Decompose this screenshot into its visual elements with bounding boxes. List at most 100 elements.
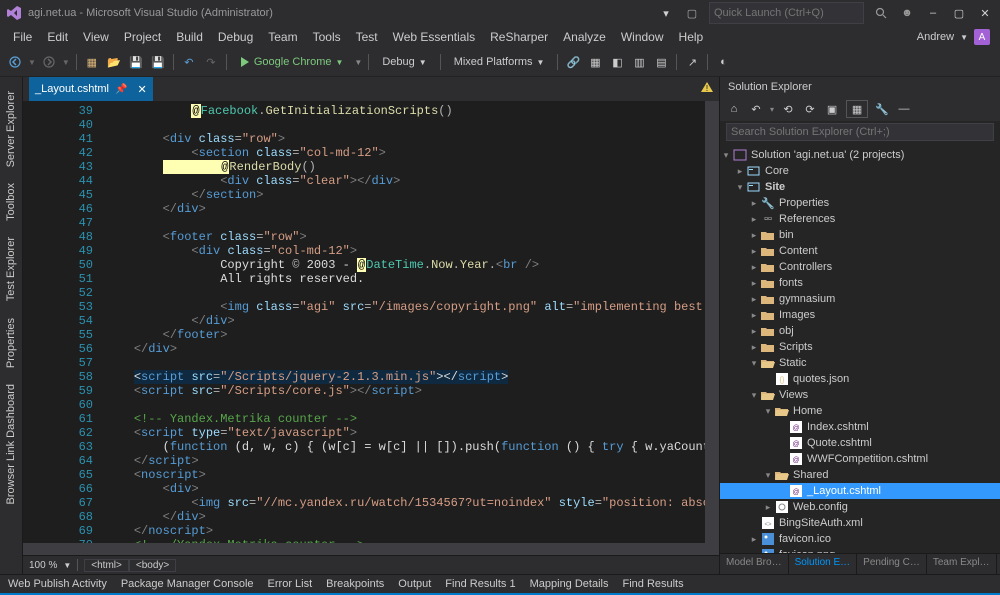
- tree-item[interactable]: ▸gymnasium: [720, 291, 1000, 307]
- panel-tab-breakpoints[interactable]: Breakpoints: [326, 578, 384, 590]
- tree-item[interactable]: ▸▫▫References: [720, 211, 1000, 227]
- tree-item[interactable]: ▾Shared: [720, 467, 1000, 483]
- menu-web-essentials[interactable]: Web Essentials: [386, 28, 482, 46]
- user-name[interactable]: Andrew: [917, 31, 954, 43]
- minimize-icon[interactable]: –: [926, 6, 940, 20]
- tree-item[interactable]: ▸bin: [720, 227, 1000, 243]
- search-icon[interactable]: [874, 6, 888, 20]
- menu-window[interactable]: Window: [614, 28, 671, 46]
- solex-tab[interactable]: Pending C…: [857, 554, 927, 574]
- maximize-icon[interactable]: ▢: [952, 6, 966, 20]
- tree-item[interactable]: ▸Controllers: [720, 259, 1000, 275]
- file-tab[interactable]: _Layout.cshtml 📌 ✕: [29, 77, 153, 101]
- toolbar-icon-6[interactable]: ◐: [714, 53, 732, 71]
- start-debug-button[interactable]: Google Chrome▼: [233, 53, 351, 71]
- refresh-icon[interactable]: ⟳: [802, 101, 818, 117]
- undo-icon[interactable]: ↶: [180, 53, 198, 71]
- tree-item[interactable]: ▸Images: [720, 307, 1000, 323]
- menu-resharper[interactable]: ReSharper: [483, 28, 555, 46]
- tree-item[interactable]: ▸obj: [720, 323, 1000, 339]
- platform-dropdown[interactable]: Mixed Platforms▼: [447, 53, 552, 71]
- horizontal-scrollbar[interactable]: [23, 543, 719, 555]
- close-window-icon[interactable]: ✕: [978, 6, 992, 20]
- panel-tab-mapping-details[interactable]: Mapping Details: [530, 578, 609, 590]
- tree-item[interactable]: ▸Scripts: [720, 339, 1000, 355]
- back-history-icon[interactable]: ↶: [748, 101, 764, 117]
- new-project-icon[interactable]: ▦: [83, 53, 101, 71]
- properties-icon[interactable]: 🔧: [874, 101, 890, 117]
- panel-tab-find-results-1[interactable]: Find Results 1: [445, 578, 515, 590]
- tree-item[interactable]: ▸Content: [720, 243, 1000, 259]
- close-tab-icon[interactable]: ✕: [137, 83, 146, 96]
- menu-tools[interactable]: Tools: [306, 28, 348, 46]
- redo-icon[interactable]: ↷: [202, 53, 220, 71]
- config-dropdown[interactable]: Debug▼: [375, 53, 433, 71]
- notification-icon[interactable]: ▾: [659, 6, 673, 20]
- show-all-icon[interactable]: ▦: [846, 100, 868, 118]
- tree-item[interactable]: @Index.cshtml: [720, 419, 1000, 435]
- quick-launch-input[interactable]: [709, 2, 864, 24]
- tree-item[interactable]: ▾Views: [720, 387, 1000, 403]
- breadcrumb-item[interactable]: <html>: [84, 559, 129, 572]
- menu-debug[interactable]: Debug: [211, 28, 260, 46]
- nav-forward-icon[interactable]: [40, 53, 58, 71]
- tree-item[interactable]: ▸fonts: [720, 275, 1000, 291]
- panel-tab-error-list[interactable]: Error List: [268, 578, 313, 590]
- zoom-level[interactable]: 100 %: [29, 560, 57, 571]
- side-tab-server-explorer[interactable]: Server Explorer: [3, 83, 19, 175]
- tree-item[interactable]: ▸favicon.ico: [720, 531, 1000, 547]
- menu-build[interactable]: Build: [169, 28, 210, 46]
- tree-item[interactable]: {}quotes.json: [720, 371, 1000, 387]
- tree-item[interactable]: ▾Site: [720, 179, 1000, 195]
- toolbar-icon-3[interactable]: ▥: [630, 53, 648, 71]
- preview-icon[interactable]: —: [896, 101, 912, 117]
- restore-layout-icon[interactable]: ▢: [685, 6, 699, 20]
- menu-team[interactable]: Team: [261, 28, 304, 46]
- menu-project[interactable]: Project: [117, 28, 168, 46]
- menu-view[interactable]: View: [76, 28, 116, 46]
- save-all-icon[interactable]: 💾: [149, 53, 167, 71]
- code-area[interactable]: 3940414243444546474849505152535455565758…: [23, 101, 719, 543]
- menu-help[interactable]: Help: [672, 28, 711, 46]
- open-file-icon[interactable]: 📂: [105, 53, 123, 71]
- breadcrumb[interactable]: <html><body>: [84, 559, 176, 572]
- browserlink-icon[interactable]: 🔗: [564, 53, 582, 71]
- pin-icon[interactable]: 📌: [115, 84, 127, 95]
- toolbar-icon-5[interactable]: ↗: [683, 53, 701, 71]
- tree-item[interactable]: @WWFCompetition.cshtml: [720, 451, 1000, 467]
- tree-item[interactable]: ▸Web.config: [720, 499, 1000, 515]
- save-icon[interactable]: 💾: [127, 53, 145, 71]
- solution-tree[interactable]: ▾Solution 'agi.net.ua' (2 projects)▸Core…: [720, 145, 1000, 553]
- tree-item[interactable]: ▸Core: [720, 163, 1000, 179]
- sync-icon[interactable]: ⟲: [780, 101, 796, 117]
- solex-tab[interactable]: Team Expl…: [927, 554, 997, 574]
- tree-item[interactable]: @Quote.cshtml: [720, 435, 1000, 451]
- solex-tab[interactable]: Solution E…: [789, 554, 858, 574]
- tree-item[interactable]: <>BingSiteAuth.xml: [720, 515, 1000, 531]
- tree-item[interactable]: ▸🔧Properties: [720, 195, 1000, 211]
- solution-search-input[interactable]: [726, 123, 994, 141]
- panel-tab-find-results[interactable]: Find Results: [622, 578, 683, 590]
- tree-item[interactable]: ▾Home: [720, 403, 1000, 419]
- side-tab-toolbox[interactable]: Toolbox: [3, 175, 19, 229]
- toolbar-icon-4[interactable]: ▤: [652, 53, 670, 71]
- tree-item[interactable]: ▾Static: [720, 355, 1000, 371]
- toolbar-icon-2[interactable]: ◧: [608, 53, 626, 71]
- user-avatar[interactable]: A: [974, 29, 990, 45]
- solex-tab[interactable]: Model Bro…: [720, 554, 789, 574]
- feedback-icon[interactable]: ☻: [900, 6, 914, 20]
- home-icon[interactable]: ⌂: [726, 101, 742, 117]
- side-tab-properties[interactable]: Properties: [3, 310, 19, 376]
- breadcrumb-item[interactable]: <body>: [129, 559, 176, 572]
- panel-tab-package-manager-console[interactable]: Package Manager Console: [121, 578, 254, 590]
- tree-root[interactable]: ▾Solution 'agi.net.ua' (2 projects): [720, 147, 1000, 163]
- menu-edit[interactable]: Edit: [40, 28, 75, 46]
- panel-tab-output[interactable]: Output: [398, 578, 431, 590]
- menu-file[interactable]: File: [6, 28, 39, 46]
- collapse-all-icon[interactable]: ▣: [824, 101, 840, 117]
- side-tab-browser-link-dashboard[interactable]: Browser Link Dashboard: [3, 376, 19, 512]
- solex-tab[interactable]: Class View: [997, 554, 1000, 574]
- side-tab-test-explorer[interactable]: Test Explorer: [3, 229, 19, 309]
- menu-analyze[interactable]: Analyze: [556, 28, 613, 46]
- toolbar-icon-1[interactable]: ▦: [586, 53, 604, 71]
